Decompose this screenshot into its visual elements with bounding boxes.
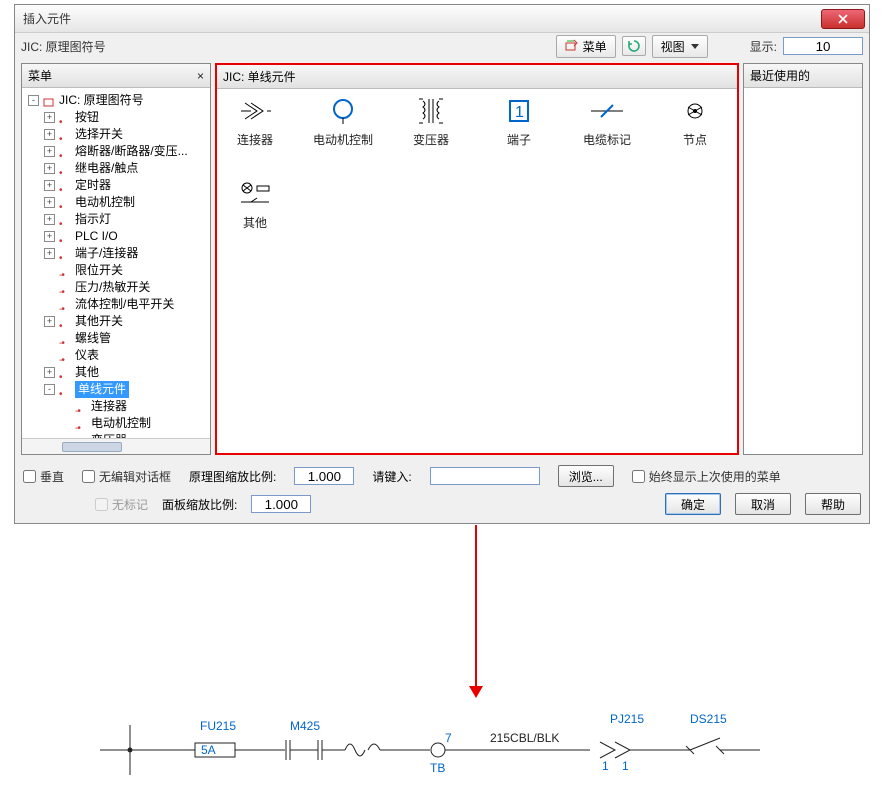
- tree-subitem[interactable]: 连接器: [58, 398, 208, 415]
- svg-text:1: 1: [622, 759, 629, 773]
- tree-item[interactable]: + 熔断器/断路器/变压...: [42, 143, 208, 160]
- terminal-icon: 1: [501, 97, 537, 125]
- panel-close-button[interactable]: ×: [197, 69, 204, 83]
- gallery-item-other[interactable]: 其他: [225, 180, 285, 231]
- insert-component-dialog: 插入元件 JIC: 原理图符号 菜单 视图 显示:: [14, 4, 870, 524]
- refresh-button[interactable]: [622, 36, 646, 56]
- panel-scale-input[interactable]: [251, 495, 311, 513]
- callout-arrowhead-icon: [469, 686, 483, 698]
- node-icon: [677, 97, 713, 125]
- gallery-title: JIC: 单线元件: [223, 68, 296, 85]
- window-title: 插入元件: [19, 10, 821, 27]
- close-button[interactable]: [821, 9, 865, 29]
- icon-gallery-panel: JIC: 单线元件 连接器电动机控制变压器 1端子电缆标记节点其他: [215, 63, 739, 455]
- schematic-scale-label: 原理图缩放比例:: [189, 468, 276, 485]
- svg-text:PJ215: PJ215: [610, 712, 644, 726]
- gallery-item-cable-mark[interactable]: 电缆标记: [577, 97, 637, 148]
- always-show-checkbox[interactable]: 始终显示上次使用的菜单: [632, 468, 781, 485]
- callout-arrow: [475, 525, 477, 688]
- tree-item[interactable]: + 其他: [42, 364, 208, 381]
- vertical-checkbox[interactable]: 垂直: [23, 468, 64, 485]
- svg-text:7: 7: [445, 731, 452, 745]
- close-icon: [838, 14, 848, 24]
- help-button[interactable]: 帮助: [805, 493, 861, 515]
- titlebar[interactable]: 插入元件: [15, 5, 869, 33]
- cable-mark-icon: [589, 97, 625, 125]
- cancel-button[interactable]: 取消: [735, 493, 791, 515]
- motor-ctrl-icon: [325, 97, 361, 125]
- svg-text:1: 1: [602, 759, 609, 773]
- gallery-item-motor-ctrl[interactable]: 电动机控制: [313, 97, 373, 148]
- panel-scale-label: 面板缩放比例:: [162, 496, 237, 513]
- tree-item[interactable]: + 按钮: [42, 109, 208, 126]
- tree-item[interactable]: 流体控制/电平开关: [42, 296, 208, 313]
- tree-item[interactable]: 压力/热敏开关: [42, 279, 208, 296]
- tree-item[interactable]: + 指示灯: [42, 211, 208, 228]
- icon-grid: 连接器电动机控制变压器 1端子电缆标记节点其他: [217, 89, 737, 239]
- menu-panel-title: 菜单: [28, 67, 52, 84]
- svg-text:1: 1: [515, 104, 524, 121]
- svg-text:M425: M425: [290, 719, 320, 733]
- tree-item[interactable]: + 端子/连接器: [42, 245, 208, 262]
- tree-item[interactable]: + 选择开关: [42, 126, 208, 143]
- schematic-scale-input[interactable]: [294, 467, 354, 485]
- tree-item[interactable]: + PLC I/O: [42, 228, 208, 245]
- tree-item[interactable]: + 定时器: [42, 177, 208, 194]
- type-in-label: 请键入:: [372, 468, 411, 485]
- tree-item[interactable]: + 其他开关: [42, 313, 208, 330]
- transformer-icon: [413, 97, 449, 125]
- no-mark-checkbox: 无标记: [95, 496, 148, 513]
- jic-label: JIC: 原理图符号: [21, 38, 106, 55]
- gallery-item-terminal[interactable]: 1端子: [489, 97, 549, 148]
- tree-item[interactable]: + 电动机控制: [42, 194, 208, 211]
- menu-button[interactable]: 菜单: [556, 35, 616, 58]
- bottom-controls: 垂直 无编辑对话框 原理图缩放比例: 请键入: 浏览... 始终显示上次使用的菜…: [15, 459, 869, 523]
- recent-panel: 最近使用的: [743, 63, 863, 455]
- svg-text:TB: TB: [430, 761, 445, 775]
- gallery-item-node[interactable]: 节点: [665, 97, 725, 148]
- display-count-input[interactable]: [783, 37, 863, 55]
- component-tree[interactable]: - JIC: 原理图符号+ 按钮+ 选择开关+ 熔断器/断路器/变压...+ 继…: [22, 88, 210, 438]
- other-icon: [237, 180, 273, 208]
- connector-icon: [237, 97, 273, 125]
- tree-horizontal-scrollbar[interactable]: [22, 438, 210, 454]
- tree-subitem[interactable]: 变压器: [58, 432, 208, 438]
- single-line-schematic: FU215 5A M425 7 TB 215CBL/BLK PJ215 1 1 …: [100, 700, 800, 790]
- tree-item-selected[interactable]: - 单线元件 连接器 电动机控制 变压器 端子: [42, 381, 208, 438]
- browse-button[interactable]: 浏览...: [558, 465, 614, 487]
- tree-item[interactable]: 仪表: [42, 347, 208, 364]
- gallery-item-transformer[interactable]: 变压器: [401, 97, 461, 148]
- tree-item[interactable]: + 继电器/触点: [42, 160, 208, 177]
- recent-panel-title: 最近使用的: [750, 67, 810, 84]
- type-in-input[interactable]: [430, 467, 540, 485]
- toolbar: JIC: 原理图符号 菜单 视图 显示:: [15, 33, 869, 59]
- svg-text:FU215: FU215: [200, 719, 236, 733]
- gallery-item-connector[interactable]: 连接器: [225, 97, 285, 148]
- tree-item[interactable]: 螺线管: [42, 330, 208, 347]
- refresh-icon: [627, 39, 641, 53]
- chevron-down-icon: [691, 44, 699, 49]
- svg-text:5A: 5A: [201, 743, 216, 757]
- tree-item[interactable]: 限位开关: [42, 262, 208, 279]
- menu-tree-panel: 菜单 × - JIC: 原理图符号+ 按钮+ 选择开关+ 熔断器/断路器/变压.…: [21, 63, 211, 455]
- svg-text:DS215: DS215: [690, 712, 727, 726]
- ok-button[interactable]: 确定: [665, 493, 721, 515]
- menu-icon: [565, 39, 579, 53]
- svg-text:215CBL/BLK: 215CBL/BLK: [490, 731, 559, 745]
- view-button[interactable]: 视图: [652, 35, 708, 58]
- no-edit-dialog-checkbox[interactable]: 无编辑对话框: [82, 468, 171, 485]
- display-label: 显示:: [750, 38, 777, 55]
- tree-subitem[interactable]: 电动机控制: [58, 415, 208, 432]
